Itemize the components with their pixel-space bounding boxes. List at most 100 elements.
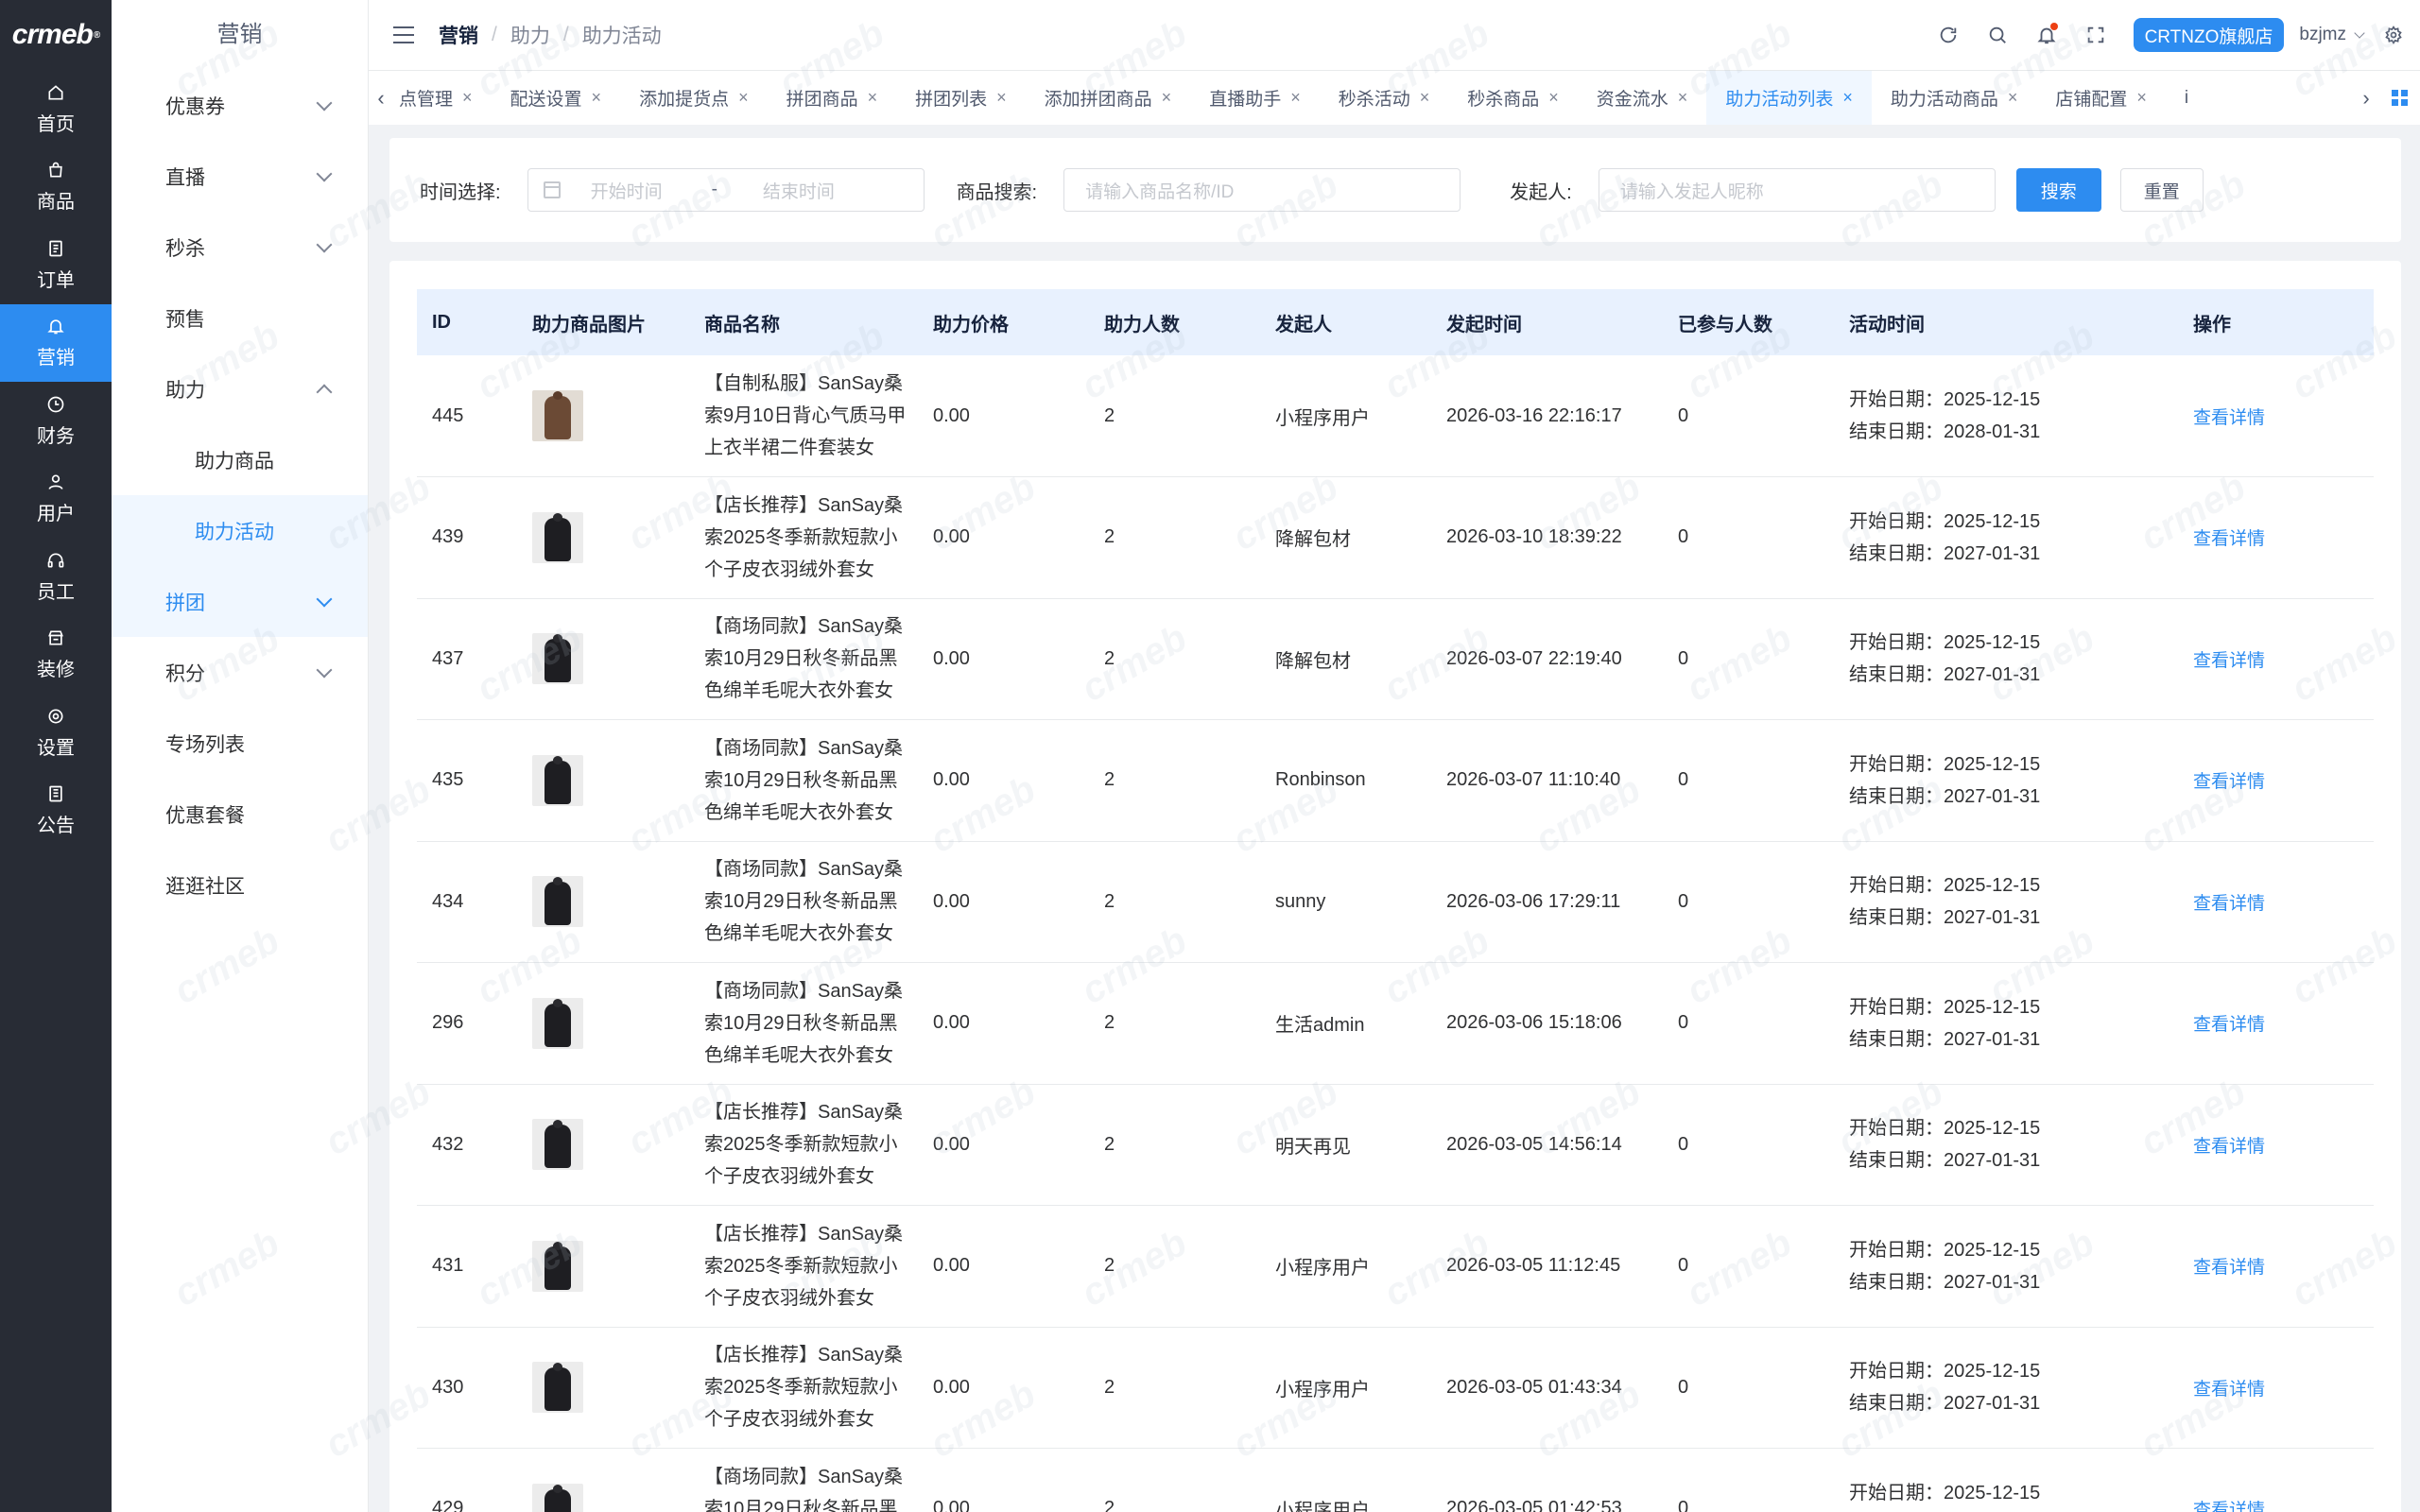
breadcrumb-item[interactable]: 营销 <box>439 21 478 49</box>
view-details-link[interactable]: 查看详情 <box>2193 1501 2265 1512</box>
close-icon[interactable]: × <box>1548 88 1559 108</box>
tab-label: 助力活动商品 <box>1890 90 1998 110</box>
store-switch-button[interactable]: CRTNZO旗舰店 <box>2133 18 2285 52</box>
rail-item-3[interactable]: 营销 <box>0 303 112 382</box>
submenu-item-presale[interactable]: 预售 <box>112 283 368 353</box>
submenu-item-seckill[interactable]: 秒杀 <box>112 212 368 283</box>
submenu-item-label: 逛逛社区 <box>165 875 245 898</box>
tab-4[interactable]: 拼团列表 × <box>896 71 1026 125</box>
tab-12[interactable]: 店铺配置 × <box>2036 71 2166 125</box>
submenu-item-topic-list[interactable]: 专场列表 <box>112 708 368 779</box>
tabs-menu-grid-icon[interactable] <box>2378 71 2420 125</box>
activity-table-card: ID 助力商品图片 商品名称 助力价格 助力人数 发起人 发起时间 已参与人数 活动时间 操作 4… <box>389 261 2401 1512</box>
rail-item-4[interactable]: 财务 <box>0 382 112 460</box>
product-thumbnail[interactable] <box>532 1362 583 1414</box>
view-details-link[interactable]: 查看详情 <box>2193 1137 2265 1157</box>
tab-5[interactable]: 添加拼团商品 × <box>1026 71 1191 125</box>
tab-11[interactable]: 助力活动商品 × <box>1872 71 2037 125</box>
activity-end-date: 结束日期：2027-01-31 <box>1849 664 2041 686</box>
search-icon[interactable] <box>1973 0 2022 70</box>
submenu-item-group-buy[interactable]: 拼团 <box>112 566 368 637</box>
tab-7[interactable]: 秒杀活动 × <box>1320 71 1449 125</box>
refresh-icon[interactable] <box>1924 0 1973 70</box>
product-name-line: 【店长推荐】SanSay桑 <box>704 1345 904 1366</box>
product-search-input[interactable]: 请输入商品名称/ID <box>1063 168 1461 212</box>
user-menu[interactable]: bzjmz <box>2299 25 2365 45</box>
close-icon[interactable]: × <box>2136 88 2147 108</box>
close-icon[interactable]: × <box>738 88 749 108</box>
fullscreen-icon[interactable] <box>2071 0 2120 70</box>
tab-13[interactable]: i <box>2166 71 2207 125</box>
tab-2[interactable]: 添加提货点 × <box>620 71 768 125</box>
submenu-item-bundle[interactable]: 优惠套餐 <box>112 779 368 850</box>
rail-item-0[interactable]: 首页 <box>0 70 112 148</box>
product-thumbnail[interactable] <box>532 997 583 1049</box>
tabs-scroll-right-icon[interactable]: › <box>2354 71 2378 125</box>
menu-toggle-icon[interactable] <box>393 26 414 43</box>
view-details-link[interactable]: 查看详情 <box>2193 529 2265 549</box>
notification-bell-icon[interactable] <box>2022 0 2071 70</box>
product-thumbnail[interactable] <box>532 754 583 806</box>
tab-3[interactable]: 拼团商品 × <box>768 71 897 125</box>
view-details-link[interactable]: 查看详情 <box>2193 894 2265 914</box>
rail-item-5[interactable]: 用户 <box>0 460 112 539</box>
notice-icon <box>45 783 66 804</box>
cell-count: 2 <box>1089 1084 1260 1206</box>
view-details-link[interactable]: 查看详情 <box>2193 1258 2265 1278</box>
submenu-item-assist-products[interactable]: 助力商品 <box>112 424 368 495</box>
breadcrumb-item[interactable]: 助力 <box>510 21 550 49</box>
close-icon[interactable]: × <box>868 88 878 108</box>
rail-item-8[interactable]: 设置 <box>0 694 112 772</box>
product-thumbnail[interactable] <box>532 1119 583 1171</box>
rail-item-2[interactable]: 订单 <box>0 226 112 304</box>
submenu-item-coupon[interactable]: 优惠券 <box>112 70 368 141</box>
submenu-item-points[interactable]: 积分 <box>112 637 368 708</box>
tab-6[interactable]: 直播助手 × <box>1190 71 1320 125</box>
tab-10[interactable]: 助力活动列表 × <box>1706 71 1872 125</box>
close-icon[interactable]: × <box>1290 88 1301 108</box>
rail-item-9[interactable]: 公告 <box>0 772 112 850</box>
submenu-item-assist[interactable]: 助力 <box>112 353 368 424</box>
close-icon[interactable]: × <box>2008 88 2018 108</box>
rail-item-7[interactable]: 装修 <box>0 616 112 695</box>
view-details-link[interactable]: 查看详情 <box>2193 1015 2265 1035</box>
cell-product-name: 【商场同款】SanSay桑索10月29日秋冬新品黑色绵羊毛呢大衣外套女 <box>689 719 918 842</box>
close-icon[interactable]: × <box>1678 88 1688 108</box>
submenu-item-assist-activity[interactable]: 助力活动 <box>112 495 368 566</box>
rail-item-1[interactable]: 商品 <box>0 148 112 227</box>
tab-8[interactable]: 秒杀商品 × <box>1448 71 1578 125</box>
product-thumbnail[interactable] <box>532 876 583 928</box>
close-icon[interactable]: × <box>1162 88 1172 108</box>
tab-0[interactable]: 点管理 × <box>393 71 492 125</box>
activity-start-date: 开始日期：2025-12-15 <box>1849 1361 2041 1383</box>
close-icon[interactable]: × <box>996 88 1007 108</box>
crmeb-logo[interactable]: crmeb ® <box>0 0 112 70</box>
product-thumbnail[interactable] <box>532 390 583 441</box>
cell-joined: 0 <box>1663 841 1834 963</box>
view-details-link[interactable]: 查看详情 <box>2193 772 2265 792</box>
view-details-link[interactable]: 查看详情 <box>2193 1380 2265 1400</box>
settings-gear-icon[interactable] <box>2380 0 2407 70</box>
tab-1[interactable]: 配送设置 × <box>492 71 621 125</box>
tabs-scroll-left-icon[interactable]: ‹ <box>369 71 393 125</box>
rail-item-6[interactable]: 员工 <box>0 538 112 616</box>
view-details-link[interactable]: 查看详情 <box>2193 651 2265 671</box>
reset-button[interactable]: 重置 <box>2119 168 2204 212</box>
initiator-search-input[interactable]: 请输入发起人昵称 <box>1598 168 1996 212</box>
close-icon[interactable]: × <box>1842 88 1853 108</box>
submenu-item-live[interactable]: 直播 <box>112 141 368 212</box>
cell-id: 435 <box>417 719 517 842</box>
product-thumbnail[interactable] <box>532 1240 583 1292</box>
cell-action: 查看详情 <box>2178 1327 2374 1449</box>
tab-9[interactable]: 资金流水 × <box>1578 71 1707 125</box>
search-button[interactable]: 搜索 <box>2015 168 2101 212</box>
product-thumbnail[interactable] <box>532 633 583 685</box>
product-thumbnail[interactable] <box>532 511 583 563</box>
close-icon[interactable]: × <box>1420 88 1430 108</box>
date-range-picker[interactable]: 开始时间 - 结束时间 <box>527 168 925 212</box>
close-icon[interactable]: × <box>592 88 602 108</box>
product-thumbnail[interactable] <box>532 1483 583 1512</box>
submenu-item-community[interactable]: 逛逛社区 <box>112 850 368 920</box>
close-icon[interactable]: × <box>462 88 473 108</box>
view-details-link[interactable]: 查看详情 <box>2193 408 2265 428</box>
